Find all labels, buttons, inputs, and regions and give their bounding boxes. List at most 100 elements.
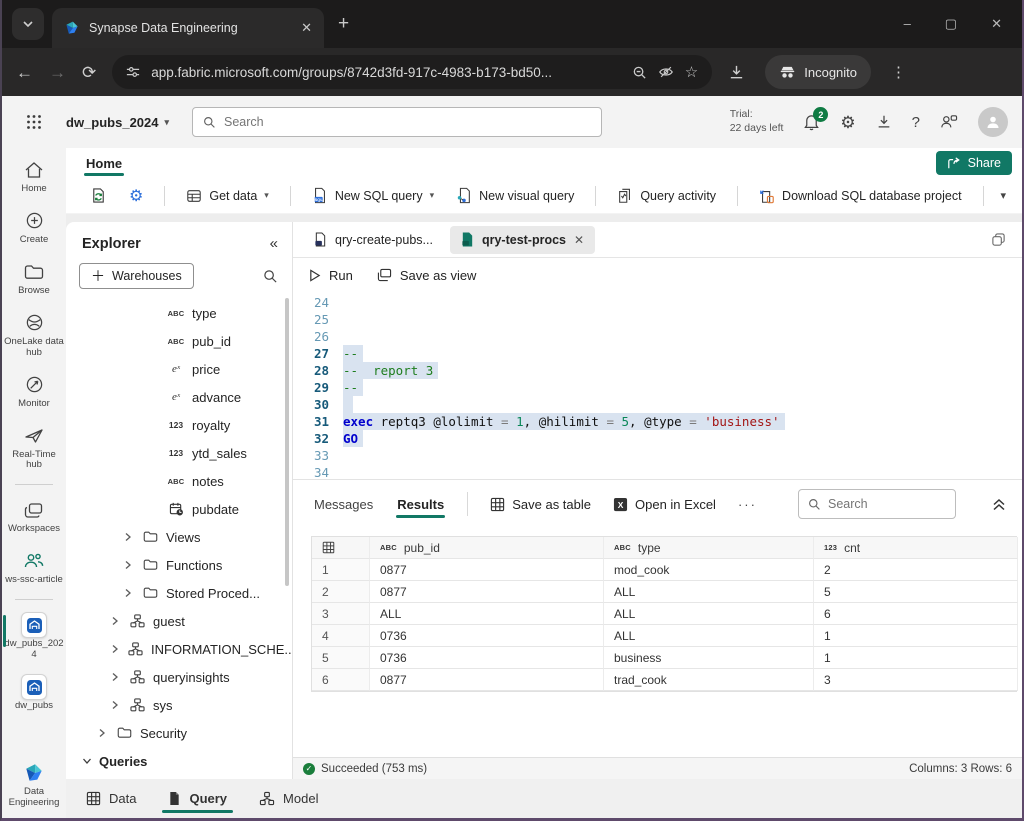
column-header-type[interactable]: ABCtype <box>604 537 814 559</box>
code-line[interactable]: 24 <box>293 294 1022 311</box>
row-number[interactable]: 6 <box>312 669 370 691</box>
tree-item[interactable]: 123ytd_sales <box>66 439 292 467</box>
row-number[interactable]: 3 <box>312 603 370 625</box>
grid-cell[interactable]: 1 <box>814 647 1018 669</box>
new-sql-query-button[interactable]: SQL New SQL query▾ <box>306 182 440 209</box>
tree-item[interactable]: Views <box>66 523 292 551</box>
code-line[interactable]: 29-- <box>293 379 1022 396</box>
grid-cell[interactable]: 5 <box>814 581 1018 603</box>
grid-cell[interactable]: 0736 <box>370 625 604 647</box>
more-options-icon[interactable]: ··· <box>738 497 757 512</box>
tab-data[interactable]: Data <box>84 781 138 816</box>
column-header-pub_id[interactable]: ABCpub_id <box>370 537 604 559</box>
share-button[interactable]: Share <box>936 151 1012 175</box>
grid-cell[interactable]: business <box>604 647 814 669</box>
global-search[interactable] <box>192 107 602 137</box>
app-launcher-button[interactable] <box>2 114 66 130</box>
code-line[interactable]: 28-- report 3 <box>293 362 1022 379</box>
code-line[interactable]: 26 <box>293 328 1022 345</box>
eye-off-icon[interactable] <box>658 64 674 80</box>
sidebar-item-browse[interactable]: Browse <box>2 256 66 302</box>
chevron-down-icon[interactable] <box>82 757 92 765</box>
code-line[interactable]: 34 <box>293 464 1022 479</box>
tab-results[interactable]: Results <box>396 483 445 526</box>
settings-button[interactable]: ⚙ <box>123 181 149 211</box>
help-icon[interactable]: ? <box>912 115 920 130</box>
chevron-right-icon[interactable] <box>111 616 121 626</box>
collapse-panel-icon[interactable]: « <box>270 235 278 252</box>
url-bar[interactable]: app.fabric.microsoft.com/groups/8742d3fd… <box>112 55 712 89</box>
account-avatar[interactable] <box>978 107 1008 137</box>
bookmark-star-icon[interactable]: ☆ <box>685 63 698 81</box>
ribbon-collapse-chevron[interactable]: ▾ <box>1000 189 1006 202</box>
browser-tab[interactable]: Synapse Data Engineering ✕ <box>52 8 324 48</box>
tree-item[interactable]: Stored Proced... <box>66 579 292 607</box>
tree-item[interactable]: Security <box>66 719 292 747</box>
chevron-right-icon[interactable] <box>124 560 134 570</box>
tab-model[interactable]: Model <box>257 781 320 816</box>
tree-item[interactable]: INFORMATION_SCHE... <box>66 635 292 663</box>
tab-close-icon[interactable]: ✕ <box>301 20 312 36</box>
select-all-cell[interactable] <box>312 537 370 559</box>
downloads-icon[interactable] <box>876 114 892 130</box>
chevron-right-icon[interactable] <box>98 728 108 738</box>
back-icon[interactable]: ← <box>16 64 33 81</box>
grid-cell[interactable]: ALL <box>604 625 814 647</box>
reload-icon[interactable]: ⟳ <box>82 64 96 81</box>
run-button[interactable]: Run <box>309 268 353 283</box>
code-line[interactable]: 25 <box>293 311 1022 328</box>
code-line[interactable]: 31exec reptq3 @lolimit = 1, @hilimit = 5… <box>293 413 1022 430</box>
search-input[interactable] <box>224 115 591 129</box>
tree-item[interactable]: Queries <box>66 747 292 775</box>
new-visual-query-button[interactable]: New visual query <box>450 182 580 209</box>
copy-icon[interactable] <box>991 232 1006 247</box>
grid-cell[interactable]: 1 <box>814 625 1018 647</box>
sidebar-item-create[interactable]: Create <box>2 205 66 251</box>
sidebar-item-home[interactable]: Home <box>2 154 66 200</box>
incognito-badge[interactable]: Incognito <box>765 55 871 89</box>
close-icon[interactable]: ✕ <box>991 16 1002 32</box>
code-line[interactable]: 27-- <box>293 345 1022 362</box>
tree-item[interactable]: queryinsights <box>66 663 292 691</box>
sidebar-item-realtime-hub[interactable]: Real-Time hub <box>2 420 66 477</box>
query-tab-inactive[interactable]: qry-create-pubs... <box>303 226 444 254</box>
chevron-right-icon[interactable] <box>111 672 121 682</box>
query-activity-button[interactable]: Query activity <box>611 183 722 209</box>
grid-cell[interactable]: 0877 <box>370 581 604 603</box>
zoom-icon[interactable] <box>632 65 647 80</box>
tree-item[interactable]: eˣprice <box>66 355 292 383</box>
sidebar-item-ws-ssc-article[interactable]: ws-ssc-article <box>2 545 66 591</box>
grid-cell[interactable]: 0736 <box>370 647 604 669</box>
maximize-icon[interactable]: ▢ <box>945 16 957 32</box>
minimize-icon[interactable]: – <box>904 16 911 32</box>
chevron-right-icon[interactable] <box>124 532 134 542</box>
tree-item[interactable]: guest <box>66 607 292 635</box>
notifications-button[interactable]: 2 <box>803 113 820 131</box>
explorer-scrollbar[interactable] <box>285 298 289 586</box>
tab-search-button[interactable] <box>12 8 44 40</box>
grid-cell[interactable]: 3 <box>814 669 1018 691</box>
download-icon[interactable] <box>728 64 745 81</box>
sidebar-item-data-engineering[interactable]: Data Engineering <box>2 757 66 814</box>
grid-cell[interactable]: 2 <box>814 559 1018 581</box>
grid-cell[interactable]: mod_cook <box>604 559 814 581</box>
sql-editor[interactable]: 24252627--28-- report 329--3031exec rept… <box>293 292 1022 479</box>
chevron-right-icon[interactable] <box>111 644 119 654</box>
save-as-view-button[interactable]: Save as view <box>377 268 477 283</box>
save-as-table-button[interactable]: Save as table <box>490 497 591 512</box>
refresh-script-button[interactable] <box>84 182 113 209</box>
grid-cell[interactable]: 6 <box>814 603 1018 625</box>
chevron-right-icon[interactable] <box>124 588 134 598</box>
tree-item[interactable]: ABCtype <box>66 299 292 327</box>
tree-item[interactable]: Functions <box>66 551 292 579</box>
tree-item[interactable]: pubdate <box>66 495 292 523</box>
results-search-input[interactable] <box>828 497 946 511</box>
sidebar-item-dw_pubs[interactable]: dw_pubs <box>2 671 66 717</box>
row-number[interactable]: 2 <box>312 581 370 603</box>
collapse-results-icon[interactable] <box>992 498 1006 511</box>
results-search[interactable] <box>798 489 956 519</box>
browser-menu-icon[interactable]: ⋮ <box>891 63 906 81</box>
tab-messages[interactable]: Messages <box>313 483 374 526</box>
grid-cell[interactable]: ALL <box>604 603 814 625</box>
grid-cell[interactable]: 0877 <box>370 559 604 581</box>
